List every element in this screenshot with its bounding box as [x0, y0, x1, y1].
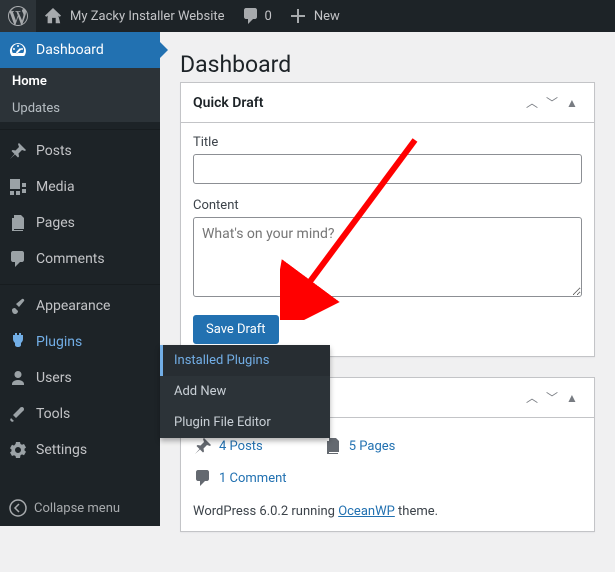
menu-appearance-label: Appearance — [36, 298, 110, 314]
save-draft-button[interactable]: Save Draft — [193, 315, 279, 344]
glance-posts-link[interactable]: 4 Posts — [193, 436, 263, 456]
move-up-button[interactable]: ︿ — [522, 389, 542, 406]
separator — [0, 125, 160, 130]
menu-users[interactable]: Users — [0, 360, 160, 396]
dashboard-submenu: Home Updates — [0, 68, 160, 122]
menu-pages[interactable]: Pages — [0, 205, 160, 241]
toggle-panel-button[interactable]: ▲ — [562, 96, 582, 110]
pin-icon — [8, 141, 28, 161]
wp-logo[interactable] — [0, 0, 36, 32]
glance-pages-text: 5 Pages — [349, 439, 396, 454]
tools-icon — [8, 404, 28, 424]
media-icon — [8, 177, 28, 197]
comment-icon — [241, 6, 261, 26]
menu-posts-label: Posts — [36, 143, 72, 159]
plugins-flyout: Installed Plugins Add New Plugin File Ed… — [160, 345, 330, 438]
menu-users-label: Users — [36, 370, 72, 386]
move-down-button[interactable]: ﹀ — [542, 94, 562, 111]
page-icon — [323, 436, 343, 456]
collapse-menu[interactable]: Collapse menu — [0, 490, 160, 526]
wordpress-icon — [8, 6, 28, 26]
draft-title-input[interactable] — [193, 154, 582, 184]
menu-plugins[interactable]: Plugins — [0, 324, 160, 360]
flyout-add-new[interactable]: Add New — [160, 376, 330, 407]
admin-sidebar: Dashboard Home Updates Posts Media Pages… — [0, 32, 160, 526]
submenu-updates[interactable]: Updates — [0, 95, 160, 122]
menu-media-label: Media — [36, 179, 75, 195]
main-content: Dashboard Quick Draft ︿ ﹀ ▲ Title Conten… — [160, 32, 615, 572]
move-up-button[interactable]: ︿ — [522, 94, 542, 111]
page-icon — [8, 213, 28, 233]
new-content-link[interactable]: New — [280, 0, 348, 32]
move-down-button[interactable]: ﹀ — [542, 389, 562, 406]
home-icon — [44, 6, 64, 26]
collapse-icon — [8, 498, 28, 518]
menu-dashboard-label: Dashboard — [36, 42, 104, 58]
menu-posts[interactable]: Posts — [0, 133, 160, 169]
page-title: Dashboard — [180, 42, 595, 82]
plus-icon — [288, 6, 308, 26]
theme-link[interactable]: OceanWP — [338, 504, 395, 519]
quick-draft-box: Quick Draft ︿ ﹀ ▲ Title Content Save Dra… — [180, 82, 595, 357]
collapse-label: Collapse menu — [34, 501, 120, 516]
title-label: Title — [193, 135, 582, 150]
glance-pages-link[interactable]: 5 Pages — [323, 436, 396, 456]
menu-tools-label: Tools — [36, 406, 70, 422]
menu-media[interactable]: Media — [0, 169, 160, 205]
menu-dashboard[interactable]: Dashboard — [0, 32, 160, 68]
site-name-link[interactable]: My Zacky Installer Website — [36, 0, 233, 32]
glance-posts-text: 4 Posts — [219, 439, 263, 454]
settings-icon — [8, 440, 28, 460]
plugin-icon — [8, 332, 28, 352]
brush-icon — [8, 296, 28, 316]
glance-comments-text: 1 Comment — [219, 471, 287, 486]
dashboard-icon — [8, 40, 28, 60]
glance-comments-link[interactable]: 1 Comment — [193, 468, 287, 488]
separator — [0, 280, 160, 285]
menu-settings-label: Settings — [36, 442, 87, 458]
menu-appearance[interactable]: Appearance — [0, 288, 160, 324]
quick-draft-heading: Quick Draft — [193, 95, 522, 111]
quick-draft-header: Quick Draft ︿ ﹀ ▲ — [181, 83, 594, 123]
site-name: My Zacky Installer Website — [70, 9, 225, 24]
admin-bar: My Zacky Installer Website 0 New — [0, 0, 615, 32]
pin-icon — [193, 436, 213, 456]
comments-count: 0 — [265, 9, 272, 24]
draft-content-textarea[interactable] — [193, 217, 582, 297]
comment-icon — [193, 468, 213, 488]
new-label: New — [314, 9, 340, 24]
menu-plugins-label: Plugins — [36, 334, 82, 350]
quick-draft-body: Title Content Save Draft — [181, 123, 594, 356]
toggle-panel-button[interactable]: ▲ — [562, 391, 582, 405]
flyout-plugin-file-editor[interactable]: Plugin File Editor — [160, 407, 330, 438]
content-label: Content — [193, 198, 582, 213]
submenu-home[interactable]: Home — [0, 68, 160, 95]
version-info: WordPress 6.0.2 running OceanWP theme. — [193, 494, 582, 519]
comments-link[interactable]: 0 — [233, 0, 280, 32]
menu-comments[interactable]: Comments — [0, 241, 160, 277]
menu-comments-label: Comments — [36, 251, 105, 267]
comments-icon — [8, 249, 28, 269]
users-icon — [8, 368, 28, 388]
menu-tools[interactable]: Tools — [0, 396, 160, 432]
menu-pages-label: Pages — [36, 215, 75, 231]
menu-settings[interactable]: Settings — [0, 432, 160, 468]
flyout-installed-plugins[interactable]: Installed Plugins — [160, 345, 330, 376]
